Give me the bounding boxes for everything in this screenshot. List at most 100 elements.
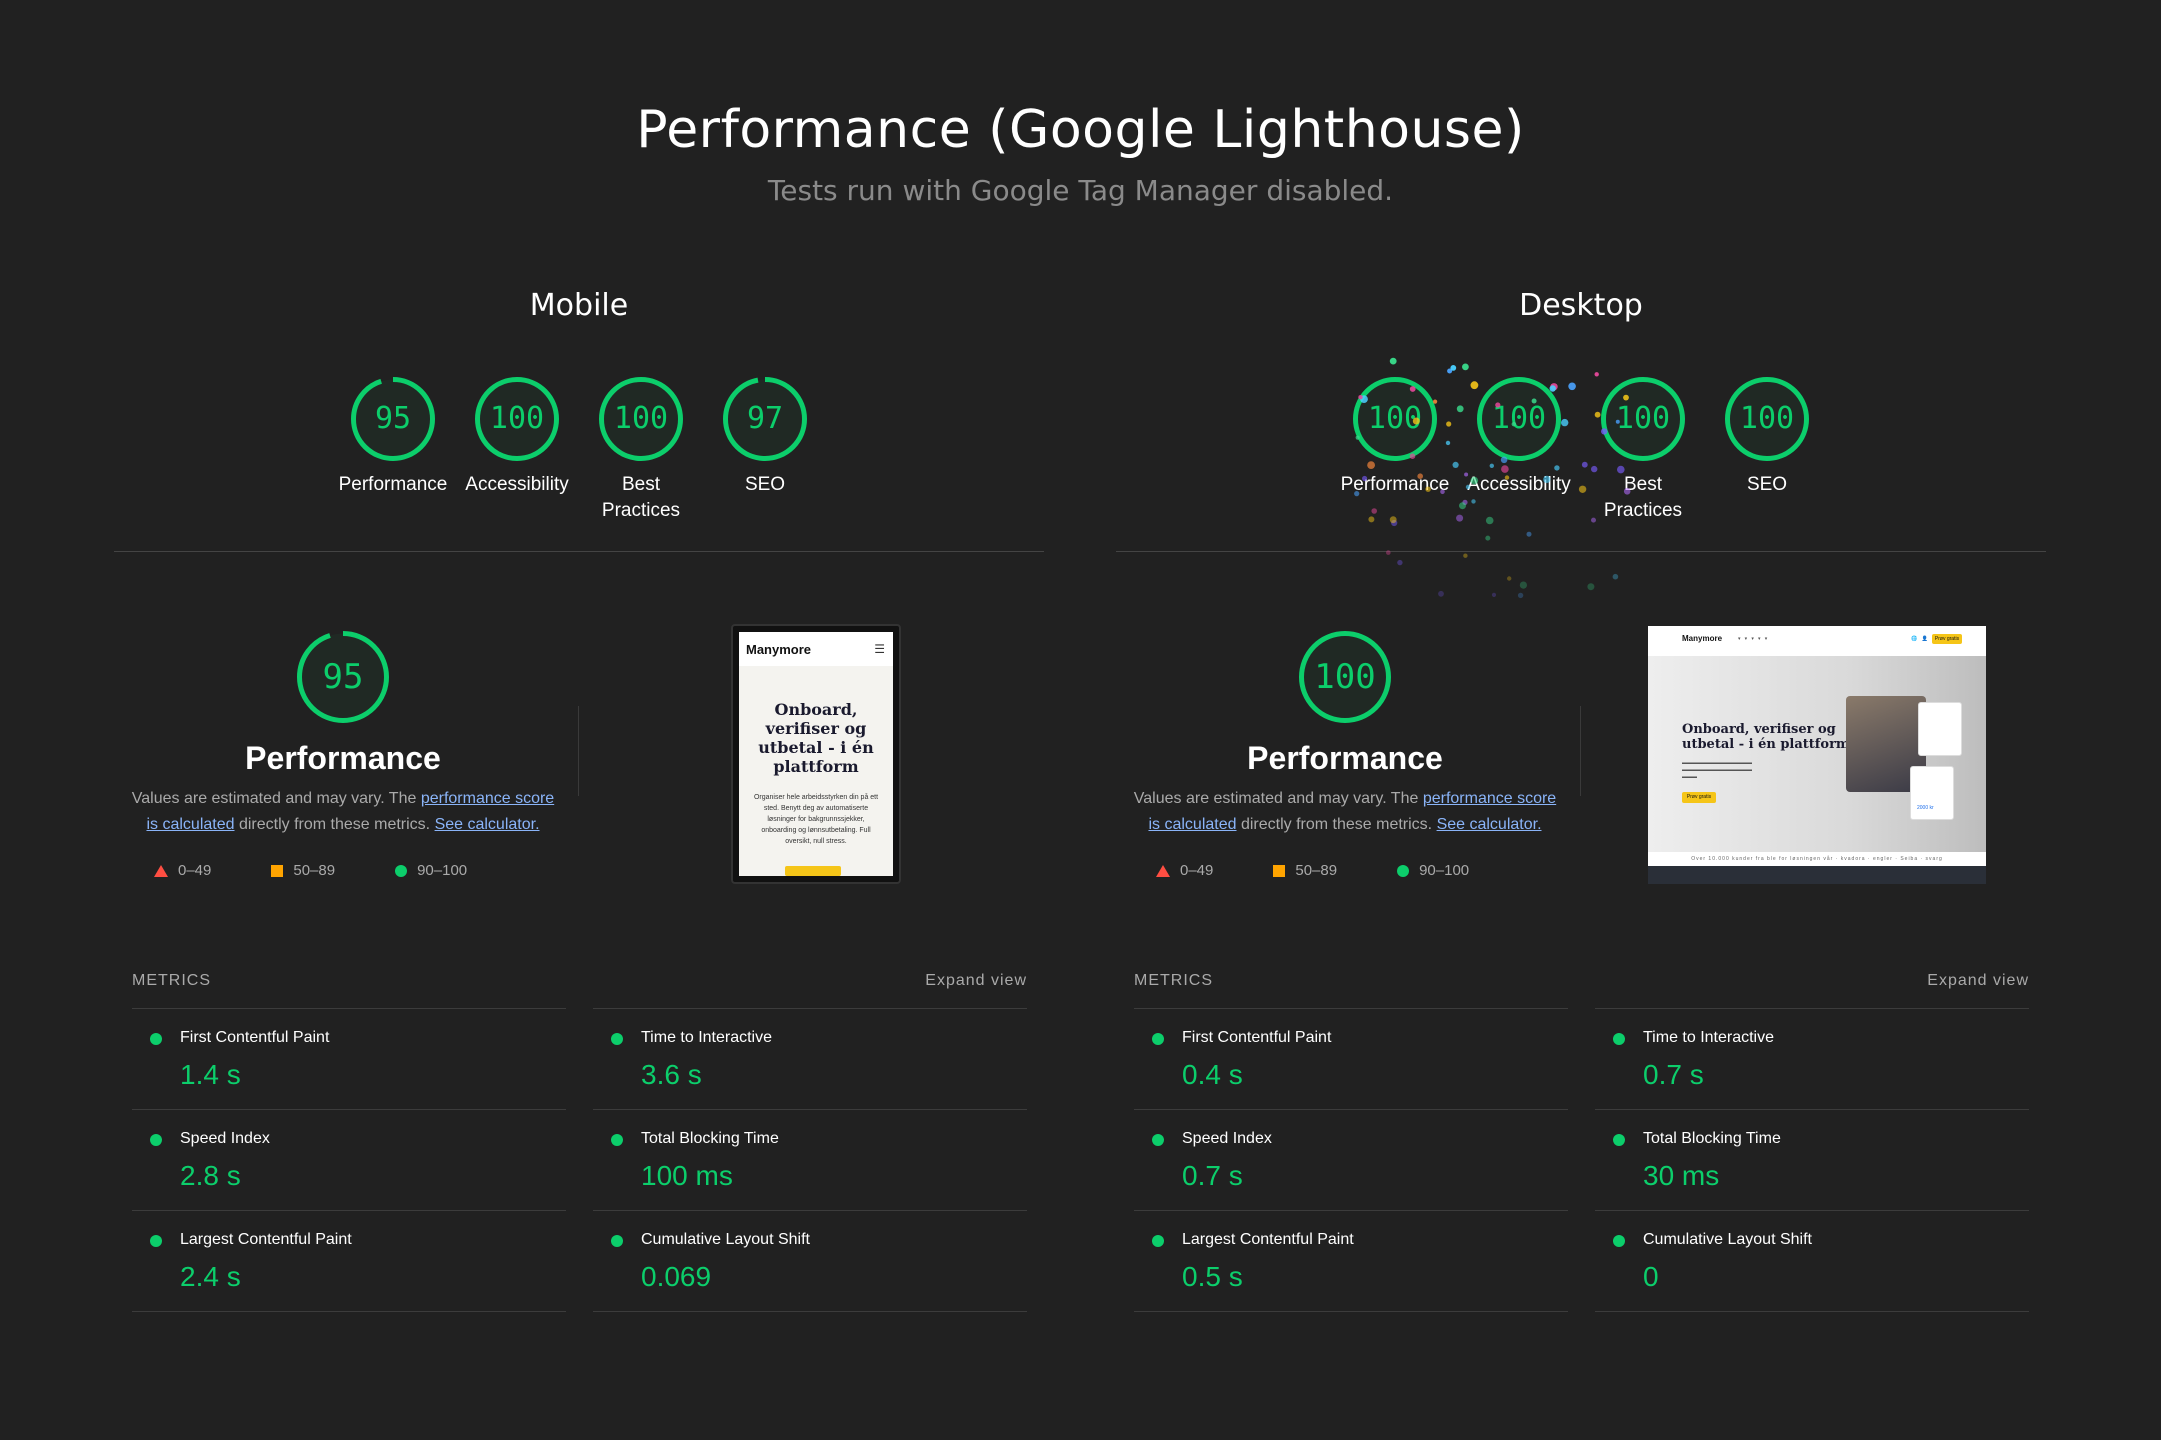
site-navbar: Manymore ▾ ▾ ▾ ▾ ▾ 🌐 👤 Prøv gratis (1648, 626, 1986, 656)
confetti-dot (1471, 499, 1476, 504)
metric-value: 0.4 s (1182, 1059, 1243, 1090)
pass-icon (611, 1235, 623, 1247)
vertical-separator (578, 706, 579, 796)
metric-name: Cumulative Layout Shift (641, 1231, 810, 1248)
gauge-score: 95 (374, 401, 412, 436)
confetti-dot (1445, 440, 1451, 446)
confetti-dot (1464, 472, 1469, 477)
legend-fail: 0–49 (154, 862, 211, 879)
metric-value: 0.069 (641, 1261, 712, 1292)
confetti-dot (1578, 485, 1587, 493)
pass-icon (1613, 1033, 1625, 1045)
pass-icon (1613, 1235, 1625, 1247)
confetti-dot (1389, 357, 1397, 365)
confetti-dot (1491, 592, 1497, 597)
metric-name: Total Blocking Time (641, 1130, 779, 1147)
confetti-dot (1425, 486, 1431, 492)
confetti-dot (1526, 531, 1532, 537)
square-icon (1273, 864, 1286, 877)
metric-value: 100 ms (641, 1160, 733, 1191)
confetti-dot (1389, 516, 1397, 524)
metric-first-contentful-paint: First Contentful Paint 0.4 s (1134, 1008, 1568, 1109)
metric-value: 0.7 s (1182, 1160, 1243, 1191)
legend-label: 50–89 (1295, 862, 1338, 879)
triangle-icon (1156, 864, 1170, 877)
see-calculator-link[interactable]: See calculator. (1437, 816, 1542, 833)
circle-icon (395, 864, 408, 877)
see-calculator-link[interactable]: See calculator. (435, 816, 540, 833)
confetti-dot (1612, 573, 1619, 580)
pass-icon (611, 1033, 623, 1045)
metric-value: 1.4 s (180, 1059, 241, 1090)
confetti-dot (1517, 592, 1524, 599)
metrics-label: Metrics (1134, 972, 1213, 989)
confetti-dot (1511, 421, 1517, 427)
site-nav-links: ▾ ▾ ▾ ▾ ▾ (1738, 636, 1768, 642)
legend-pass: 90–100 (395, 862, 467, 879)
legend-label: 0–49 (178, 862, 212, 879)
gauge-accessibility[interactable]: 100 Accessibility (465, 376, 569, 524)
hero-headline: Onboard, verifiser og utbetal - i én pla… (758, 700, 874, 776)
metric-time-to-interactive: Time to Interactive 3.6 s (593, 1008, 1027, 1109)
hero-cta-button (785, 866, 841, 876)
expand-view-button[interactable]: Expand view (1927, 972, 2029, 990)
site-nav-right: 🌐 👤 (1911, 636, 1928, 642)
gauge-ring: 100 (598, 376, 684, 462)
pass-icon (1152, 1235, 1164, 1247)
desc-text: Values are estimated and may vary. The (1133, 790, 1423, 807)
desc-text: directly from these metrics. (1236, 816, 1437, 833)
metric-largest-contentful-paint: Largest Contentful Paint 2.4 s (132, 1210, 566, 1312)
gauge-best-practices[interactable]: 100 Best Practices (598, 376, 684, 524)
hero-body: ▬▬▬▬▬▬▬▬▬▬▬▬▬▬ ▬▬▬▬▬▬▬▬▬▬▬▬▬▬ ▬▬▬ (1682, 760, 1752, 780)
gauge-seo[interactable]: 100 SEO (1724, 376, 1810, 524)
confetti-dot (1587, 583, 1595, 591)
metric-total-blocking-time: Total Blocking Time 100 ms (593, 1109, 1027, 1210)
metric-total-blocking-time: Total Blocking Time 30 ms (1595, 1109, 2029, 1210)
hamburger-menu-icon: ☰ (874, 642, 885, 656)
metric-cumulative-layout-shift: Cumulative Layout Shift 0.069 (593, 1210, 1027, 1312)
gauge-seo[interactable]: 97 SEO (722, 376, 808, 524)
legend-average: 50–89 (271, 862, 335, 879)
legend-label: 90–100 (417, 862, 468, 879)
gauge-ring: 100 (474, 376, 560, 462)
card-amount: 2000 kr (1917, 805, 1934, 811)
gauge-performance[interactable]: 95 Performance (339, 376, 447, 524)
performance-gauge-large: 100 (1298, 630, 1392, 724)
metric-name: Time to Interactive (641, 1029, 773, 1046)
legend-fail: 0–49 (1156, 862, 1213, 879)
confetti-dot (1412, 417, 1420, 425)
confetti-dot (1615, 419, 1620, 424)
gauge-score: 100 (489, 401, 545, 436)
confetti-dot (1397, 559, 1403, 566)
metric-value: 0.5 s (1182, 1261, 1243, 1292)
metric-name: Cumulative Layout Shift (1643, 1231, 1812, 1248)
confetti-dot (1568, 382, 1576, 391)
confetti-dot (1591, 465, 1598, 473)
circle-icon (1397, 864, 1410, 877)
confetti-dot (1450, 365, 1457, 371)
expand-view-button[interactable]: Expand view (925, 972, 1027, 990)
score-legend: 0–49 50–89 90–100 (154, 862, 574, 879)
metric-value: 2.4 s (180, 1261, 241, 1292)
hero-body: Organiser hele arbeidsstyrken din på ett… (753, 794, 879, 845)
confetti-dot (1463, 553, 1468, 558)
screenshot-bottom (1648, 866, 1986, 884)
metric-name: Speed Index (180, 1130, 270, 1147)
gauge-score: 100 (1739, 401, 1795, 436)
desktop-panel: Desktop 100 Performance 100 Accessibilit… (1116, 0, 2046, 1440)
confetti-dot (1507, 576, 1512, 581)
metrics-grid: First Contentful Paint 1.4 s Time to Int… (132, 1008, 1027, 1312)
metric-value: 30 ms (1643, 1160, 1720, 1191)
metric-value: 0.7 s (1643, 1059, 1704, 1090)
metric-largest-contentful-paint: Largest Contentful Paint 0.5 s (1134, 1210, 1568, 1312)
mobile-panel: Mobile 95 Performance 100 Accessibility … (114, 0, 1044, 1440)
gauge-ring: 97 (722, 376, 808, 462)
desc-text: directly from these metrics. (234, 816, 435, 833)
metric-speed-index: Speed Index 0.7 s (1134, 1109, 1568, 1210)
confetti-dot (1485, 535, 1491, 541)
confetti-dot (1470, 476, 1479, 485)
site-logo: Manymore (746, 642, 812, 657)
confetti-particles (1354, 357, 1631, 599)
confetti-dot (1495, 402, 1501, 408)
pass-icon (1613, 1134, 1625, 1146)
